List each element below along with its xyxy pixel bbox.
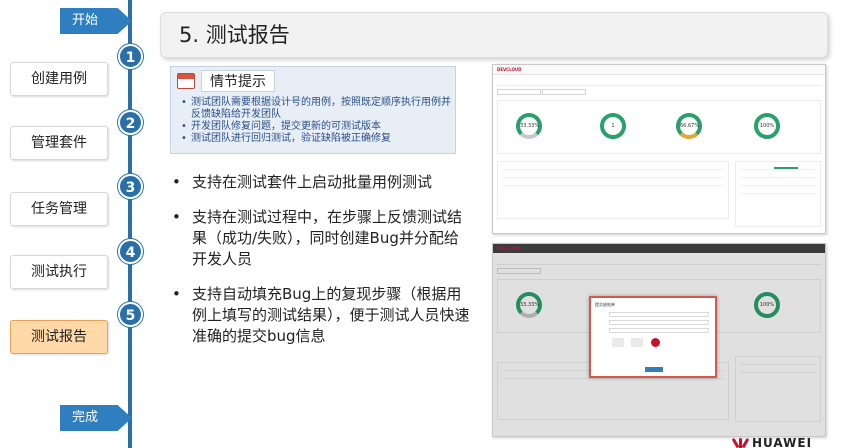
app-filter-select <box>497 89 541 95</box>
step-task-management: 任务管理 <box>10 192 108 226</box>
step-5-number: 5 <box>118 302 143 327</box>
step-create-case: 创建用例 <box>10 62 108 96</box>
app-subtabs <box>497 78 821 86</box>
bullet-item: 支持在测试过程中，在步骤上反馈测试结果（成功/失败），同时创建Bug并分配给开发… <box>170 207 470 270</box>
calendar-icon <box>177 73 195 89</box>
app-stats-panel: 33.33% 1 66.67% 100% <box>497 100 821 154</box>
dialog-confirm-button <box>645 367 663 372</box>
brand-name: HUAWEI <box>752 436 813 448</box>
brand-logo: HUAWEI <box>731 436 813 448</box>
page-title: 5. 测试报告 <box>179 23 290 47</box>
bullet-item: 支持自动填充Bug上的复现步骤（根据用例上填写的测试结果），便于测试人员快速准确… <box>170 284 470 347</box>
list-item <box>740 173 816 178</box>
bullet-item: 支持在测试套件上启动批量用例测试 <box>170 172 470 193</box>
bar-chart-thumbnail <box>612 338 624 347</box>
progress-ring: 1 <box>600 113 626 139</box>
list-item <box>740 165 816 170</box>
table-row <box>502 165 724 170</box>
step-test-execution: 测试执行 <box>10 255 108 289</box>
progress-ring: 66.67% <box>676 113 702 139</box>
feature-bullets: 支持在测试套件上启动批量用例测试 支持在测试过程中，在步骤上反馈测试结果（成功/… <box>170 172 470 361</box>
progress-ring: 100% <box>754 113 780 139</box>
dialog-attachments <box>609 336 715 350</box>
title-bar: 5. 测试报告 <box>160 12 828 58</box>
tip-list: 测试团队需要根据设计号的用例，按照既定顺序执行用例并反馈缺陷给开发团队 开发团队… <box>181 97 455 145</box>
end-flag: 完成 <box>60 405 132 431</box>
app-side-panel <box>735 161 821 227</box>
dialog-field <box>609 312 709 317</box>
pie-chart-thumbnail <box>650 338 660 347</box>
report-screenshot: DEVCLOUD 33.33% 1 66.67% 100% <box>492 64 826 234</box>
app-header: DEVCLOUD <box>493 244 825 254</box>
bug-screenshot: DEVCLOUD 33.33% 100% 提交缺陷单 <box>492 243 826 437</box>
app-filter-row <box>497 89 821 97</box>
step-test-report: 测试报告 <box>10 320 108 354</box>
dialog-field <box>609 328 709 333</box>
progress-bar <box>774 167 798 169</box>
progress-ring: 33.33% <box>516 113 542 139</box>
table-row <box>502 181 724 186</box>
tip-item: 测试团队需要根据设计号的用例，按照既定顺序执行用例并反馈缺陷给开发团队 <box>181 97 455 121</box>
step-3-number: 3 <box>118 174 143 199</box>
tip-item: 测试团队进行回归测试，验证缺陷被正确修复 <box>181 133 455 145</box>
app-table <box>497 161 729 219</box>
step-1-number: 1 <box>118 44 143 69</box>
list-item <box>740 181 816 186</box>
app-header: DEVCLOUD <box>493 65 825 75</box>
tip-header: 情节提示 <box>177 70 455 92</box>
step-2-number: 2 <box>118 110 143 135</box>
tip-title: 情节提示 <box>201 70 275 92</box>
dialog-field <box>609 320 709 325</box>
step-4-number: 4 <box>118 239 143 264</box>
image-thumbnail <box>631 338 644 347</box>
table-row <box>502 173 724 178</box>
tip-item: 开发团队修复问题，提交更新的可测试版本 <box>181 121 455 133</box>
list-item <box>740 189 816 194</box>
scenario-tip-box: 情节提示 测试团队需要根据设计号的用例，按照既定顺序执行用例并反馈缺陷给开发团队… <box>170 66 456 154</box>
dialog-title: 提交缺陷单 <box>595 302 615 307</box>
app-logo: DEVCLOUD <box>497 67 522 72</box>
huawei-logo-icon <box>731 437 750 448</box>
start-flag: 开始 <box>60 8 132 34</box>
bug-dialog: 提交缺陷单 <box>589 296 717 378</box>
app-filter-select <box>542 89 587 95</box>
step-manage-suite: 管理套件 <box>10 126 108 160</box>
app-logo: DEVCLOUD <box>497 246 522 251</box>
